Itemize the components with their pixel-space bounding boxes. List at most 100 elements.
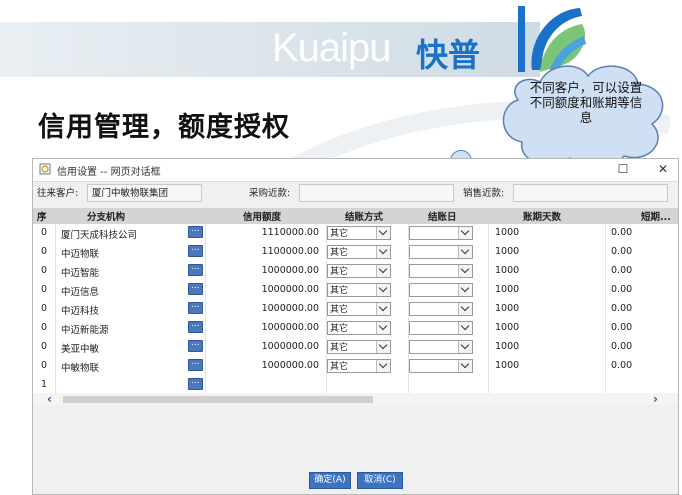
settle-method-value: 其它: [330, 343, 349, 353]
row-seq: 0: [41, 265, 48, 276]
row-short: 0.00: [611, 303, 633, 314]
settle-method-value: 其它: [330, 305, 349, 315]
table-row[interactable]: 0 中迈物联... 1100000.00 其它 1000 0.00: [33, 243, 678, 263]
scroll-left-icon[interactable]: ‹: [47, 393, 52, 405]
chevron-down-icon: [376, 246, 390, 258]
browse-button[interactable]: ...: [188, 377, 203, 390]
column-divider: [605, 319, 606, 338]
brand-logo-cn: 快普: [416, 36, 481, 74]
settle-day-select[interactable]: [409, 245, 473, 259]
horizontal-scrollbar[interactable]: ‹ ›: [33, 393, 678, 405]
settle-method-select[interactable]: 其它: [327, 245, 391, 259]
browse-button[interactable]: ...: [188, 320, 203, 333]
col-method: 结账方式: [345, 212, 384, 223]
settle-method-value: 其它: [330, 286, 349, 296]
column-divider: [488, 300, 489, 319]
row-credit: 1100000.00: [261, 246, 319, 257]
column-divider: [55, 262, 56, 281]
settle-method-select[interactable]: 其它: [327, 283, 391, 297]
column-divider: [205, 262, 206, 281]
row-short: 0.00: [611, 284, 633, 295]
column-divider: [55, 357, 56, 376]
cancel-button[interactable]: 取消(C): [357, 472, 403, 489]
dialog-titlebar: 信用设置 -- 网页对话框 ☐ ✕: [33, 159, 678, 182]
settle-method-select[interactable]: 其它: [327, 321, 391, 335]
column-divider: [205, 281, 206, 300]
settle-day-select[interactable]: [409, 302, 473, 316]
settle-method-select[interactable]: 其它: [327, 340, 391, 354]
maximize-button[interactable]: ☐: [615, 161, 631, 177]
chevron-down-icon: [458, 246, 472, 258]
row-seq: 0: [41, 303, 48, 314]
purchase-field[interactable]: [299, 184, 454, 202]
close-button[interactable]: ✕: [655, 161, 671, 177]
row-short: 0.00: [611, 265, 633, 276]
table-row[interactable]: 0 中迈智能... 1000000.00 其它 1000 0.00: [33, 262, 678, 282]
chevron-down-icon: [376, 284, 390, 296]
settle-day-select[interactable]: [409, 340, 473, 354]
browse-button[interactable]: ...: [188, 301, 203, 314]
table-row[interactable]: 0 中敏物联... 1000000.00 其它 1000 0.00: [33, 357, 678, 377]
settle-day-select[interactable]: [409, 283, 473, 297]
row-term-days: 1000: [495, 265, 520, 276]
row-short: 0.00: [611, 341, 633, 352]
sales-field[interactable]: [513, 184, 668, 202]
chevron-down-icon: [458, 322, 472, 334]
row-credit: 1000000.00: [261, 303, 319, 314]
browse-button[interactable]: ...: [188, 263, 203, 276]
purchase-label: 采购近款:: [249, 188, 291, 199]
settle-day-select[interactable]: [409, 226, 473, 240]
row-branch: 中迈信息: [61, 287, 100, 298]
column-divider: [488, 243, 489, 262]
chevron-down-icon: [458, 227, 472, 239]
column-divider: [488, 357, 489, 376]
column-divider: [55, 319, 56, 338]
row-credit: 1110000.00: [261, 227, 319, 238]
browse-button[interactable]: ...: [188, 358, 203, 371]
scroll-right-icon[interactable]: ›: [653, 393, 658, 405]
row-seq: 0: [41, 284, 48, 295]
column-divider: [205, 224, 206, 243]
row-term-days: 1000: [495, 284, 520, 295]
browse-button[interactable]: ...: [188, 339, 203, 352]
customer-label: 往来客户:: [37, 188, 79, 199]
customer-field[interactable]: 厦门中敏物联集团: [87, 184, 202, 202]
scroll-thumb[interactable]: [63, 396, 373, 403]
settle-day-select[interactable]: [409, 264, 473, 278]
chevron-down-icon: [376, 227, 390, 239]
table-row[interactable]: 0 中迈新能源... 1000000.00 其它 1000 0.00: [33, 319, 678, 339]
browse-button[interactable]: ...: [188, 225, 203, 238]
col-settle-day: 结账日: [428, 212, 457, 223]
row-branch: 美亚中敏: [61, 344, 100, 355]
table-row[interactable]: 0 美亚中敏... 1000000.00 其它 1000 0.00: [33, 338, 678, 358]
chevron-down-icon: [458, 265, 472, 277]
dialog-title: 信用设置 -- 网页对话框: [57, 167, 161, 178]
settle-day-select[interactable]: [409, 359, 473, 373]
col-term-days: 账期天数: [523, 212, 562, 223]
settle-method-value: 其它: [330, 248, 349, 258]
row-seq: 0: [41, 341, 48, 352]
col-seq: 序: [37, 212, 47, 223]
table-row[interactable]: 0 厦门天成科技公司... 1110000.00 其它 1000 0.00: [33, 224, 678, 244]
column-divider: [605, 262, 606, 281]
settle-method-select[interactable]: 其它: [327, 226, 391, 240]
browse-button[interactable]: ...: [188, 244, 203, 257]
settle-method-select[interactable]: 其它: [327, 359, 391, 373]
column-divider: [488, 224, 489, 243]
settle-method-select[interactable]: 其它: [327, 302, 391, 316]
table-row[interactable]: 0 中迈信息... 1000000.00 其它 1000 0.00: [33, 281, 678, 301]
row-credit: 1000000.00: [261, 265, 319, 276]
row-seq: 0: [41, 227, 48, 238]
column-divider: [488, 338, 489, 357]
table-row[interactable]: 0 中迈科技... 1000000.00 其它 1000 0.00: [33, 300, 678, 320]
settle-day-select[interactable]: [409, 321, 473, 335]
ok-button[interactable]: 确定(A): [309, 472, 351, 489]
browse-button[interactable]: ...: [188, 282, 203, 295]
column-divider: [488, 281, 489, 300]
column-divider: [55, 224, 56, 243]
row-term-days: 1000: [495, 227, 520, 238]
col-branch: 分支机构: [87, 212, 126, 223]
settle-method-select[interactable]: 其它: [327, 264, 391, 278]
row-term-days: 1000: [495, 303, 520, 314]
row-seq: 0: [41, 322, 48, 333]
